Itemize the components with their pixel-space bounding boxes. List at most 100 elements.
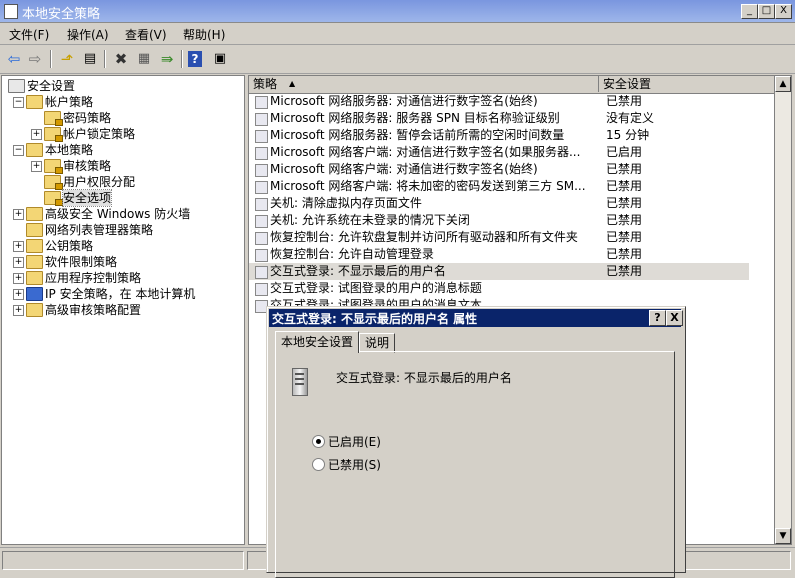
back-icon[interactable]: ⇦ [4, 49, 24, 69]
table-row[interactable]: 交互式登录: 试图登录的用户的消息标题 [249, 280, 749, 297]
tab-local-security-setting[interactable]: 本地安全设置 [275, 331, 360, 353]
table-row[interactable]: 交互式登录: 不显示最后的用户名 已禁用 [249, 263, 749, 280]
security-setting-cell: 已禁用 [606, 196, 643, 210]
expand-icon[interactable]: + [13, 273, 24, 284]
policy-name-cell: 关机: 清除虚拟内存页面文件 [270, 196, 422, 210]
table-row[interactable]: Microsoft 网络服务器: 暂停会话前所需的空闲时间数量 15 分钟 [249, 127, 749, 144]
security-setting-cell: 已禁用 [606, 162, 643, 176]
dialog-help-button[interactable]: ? [649, 310, 666, 326]
expand-icon[interactable]: + [13, 305, 24, 316]
policy-item-icon [255, 198, 268, 211]
console-icon[interactable]: ▣ [210, 49, 230, 69]
expand-icon[interactable]: + [13, 241, 24, 252]
properties-icon[interactable]: ▦ [134, 49, 154, 69]
folder-icon [26, 255, 43, 269]
tree-node-label: 用户权限分配 [63, 175, 136, 189]
policy-name-cell: Microsoft 网络客户端: 对通信进行数字签名(始终) [270, 162, 538, 176]
table-row[interactable]: 关机: 允许系统在未登录的情况下关闭 已禁用 [249, 212, 749, 229]
tree-node-label: 网络列表管理器策略 [45, 223, 154, 237]
tree-node[interactable]: + IP 安全策略，在 本地计算机 [2, 286, 242, 302]
policy-item-icon [255, 249, 268, 262]
tree-node-label: 软件限制策略 [45, 255, 118, 269]
expand-icon[interactable]: + [13, 289, 24, 300]
menu-view[interactable]: 查看(V) [125, 26, 167, 43]
tree-node[interactable]: + 审核策略 [2, 158, 242, 174]
expand-icon[interactable]: + [13, 209, 24, 220]
folder-icon [26, 143, 43, 157]
expand-icon[interactable]: + [13, 257, 24, 268]
tree-node[interactable]: + 软件限制策略 [2, 254, 242, 270]
folder-icon [44, 191, 63, 206]
table-row[interactable]: 恢复控制台: 允许软盘复制并访问所有驱动器和所有文件夹 已禁用 [249, 229, 749, 246]
tab-panel: 交互式登录: 不显示最后的用户名 已启用(E) 已禁用(S) [275, 351, 675, 578]
tree-node[interactable]: 用户权限分配 [2, 174, 242, 190]
tree-node-label: 高级审核策略配置 [45, 303, 142, 317]
policy-name-cell: 恢复控制台: 允许软盘复制并访问所有驱动器和所有文件夹 [270, 230, 578, 244]
expand-icon[interactable]: + [31, 129, 42, 140]
dialog-close-button[interactable]: X [666, 310, 683, 326]
column-header-policy[interactable]: 策略 ▲ [249, 76, 599, 92]
vertical-scrollbar[interactable]: ▲ ▼ [774, 75, 792, 545]
maximize-button[interactable]: □ [758, 4, 775, 19]
policy-item-icon [255, 266, 268, 279]
close-button[interactable]: X [775, 4, 792, 19]
disabled-radio[interactable] [312, 458, 325, 471]
policy-item-icon [255, 215, 268, 228]
tree-node[interactable]: + 高级安全 Windows 防火墙 [2, 206, 242, 222]
ip-security-icon [26, 287, 43, 301]
policy-item-icon [255, 283, 268, 296]
policy-item-icon [255, 130, 268, 143]
table-row[interactable]: Microsoft 网络客户端: 将未加密的密码发送到第三方 SM... 已禁用 [249, 178, 749, 195]
table-row[interactable]: 关机: 清除虚拟内存页面文件 已禁用 [249, 195, 749, 212]
collapse-icon[interactable]: − [13, 97, 24, 108]
table-row[interactable]: 恢复控制台: 允许自动管理登录 已禁用 [249, 246, 749, 263]
tree-node-label: 应用程序控制策略 [45, 271, 142, 285]
tree-node[interactable]: 密码策略 [2, 110, 242, 126]
policy-name-cell: 关机: 允许系统在未登录的情况下关闭 [270, 213, 470, 227]
tree-node[interactable]: − 帐户策略 [2, 94, 242, 110]
dialog-title-bar[interactable]: 交互式登录: 不显示最后的用户名 属性 ? X [269, 309, 683, 327]
toolbar: ⇦ ⇨ ⬏ ▤ ✖ ▦ ⇛ ? ▣ [0, 45, 795, 74]
policy-name-cell: Microsoft 网络客户端: 将未加密的密码发送到第三方 SM... [270, 179, 586, 193]
tree-node[interactable]: + 公钥策略 [2, 238, 242, 254]
minimize-button[interactable]: _ [741, 4, 758, 19]
server-icon [292, 368, 308, 396]
up-folder-icon[interactable]: ⬏ [57, 49, 77, 69]
menu-file[interactable]: 文件(F) [9, 26, 49, 43]
security-settings-icon [8, 79, 25, 93]
show-hide-tree-icon[interactable]: ▤ [80, 49, 100, 69]
folder-icon [26, 207, 43, 221]
menu-action[interactable]: 操作(A) [67, 26, 109, 43]
scroll-down-arrow-icon[interactable]: ▼ [775, 528, 791, 544]
forward-icon[interactable]: ⇨ [25, 49, 45, 69]
table-row[interactable]: Microsoft 网络服务器: 服务器 SPN 目标名称验证级别 没有定义 [249, 110, 749, 127]
table-row[interactable]: Microsoft 网络客户端: 对通信进行数字签名(始终) 已禁用 [249, 161, 749, 178]
table-row[interactable]: Microsoft 网络服务器: 对通信进行数字签名(始终) 已禁用 [249, 93, 749, 110]
expand-icon[interactable]: + [31, 161, 42, 172]
tree-node[interactable]: 网络列表管理器策略 [2, 222, 242, 238]
tree-node[interactable]: + 帐户锁定策略 [2, 126, 242, 142]
menu-help[interactable]: 帮助(H) [183, 26, 225, 43]
export-icon[interactable]: ⇛ [157, 49, 177, 69]
tree-node[interactable]: 安全设置 [2, 78, 242, 94]
tab-explain[interactable]: 说明 [359, 333, 396, 353]
enabled-radio[interactable] [312, 435, 325, 448]
security-setting-cell: 已启用 [606, 145, 643, 159]
tree-node-label: 本地策略 [45, 143, 94, 157]
column-policy-label: 策略 [253, 77, 278, 91]
delete-icon[interactable]: ✖ [111, 49, 131, 69]
column-header-setting[interactable]: 安全设置 [599, 76, 775, 92]
enabled-label[interactable]: 已启用(E) [328, 433, 381, 450]
tree-node-label: 高级安全 Windows 防火墙 [45, 207, 191, 221]
tree-node[interactable]: − 本地策略 [2, 142, 242, 158]
disabled-label[interactable]: 已禁用(S) [328, 456, 381, 473]
folder-icon [26, 303, 43, 317]
tree-node[interactable]: + 高级审核策略配置 [2, 302, 242, 318]
tree-node[interactable]: 安全选项 [2, 189, 242, 207]
tree-node[interactable]: + 应用程序控制策略 [2, 270, 242, 286]
collapse-icon[interactable]: − [13, 145, 24, 156]
table-row[interactable]: Microsoft 网络客户端: 对通信进行数字签名(如果服务器... 已启用 [249, 144, 749, 161]
scroll-up-arrow-icon[interactable]: ▲ [775, 76, 791, 92]
help-icon[interactable]: ? [188, 51, 202, 67]
menu-bar: 文件(F) 操作(A) 查看(V) 帮助(H) [0, 23, 795, 45]
